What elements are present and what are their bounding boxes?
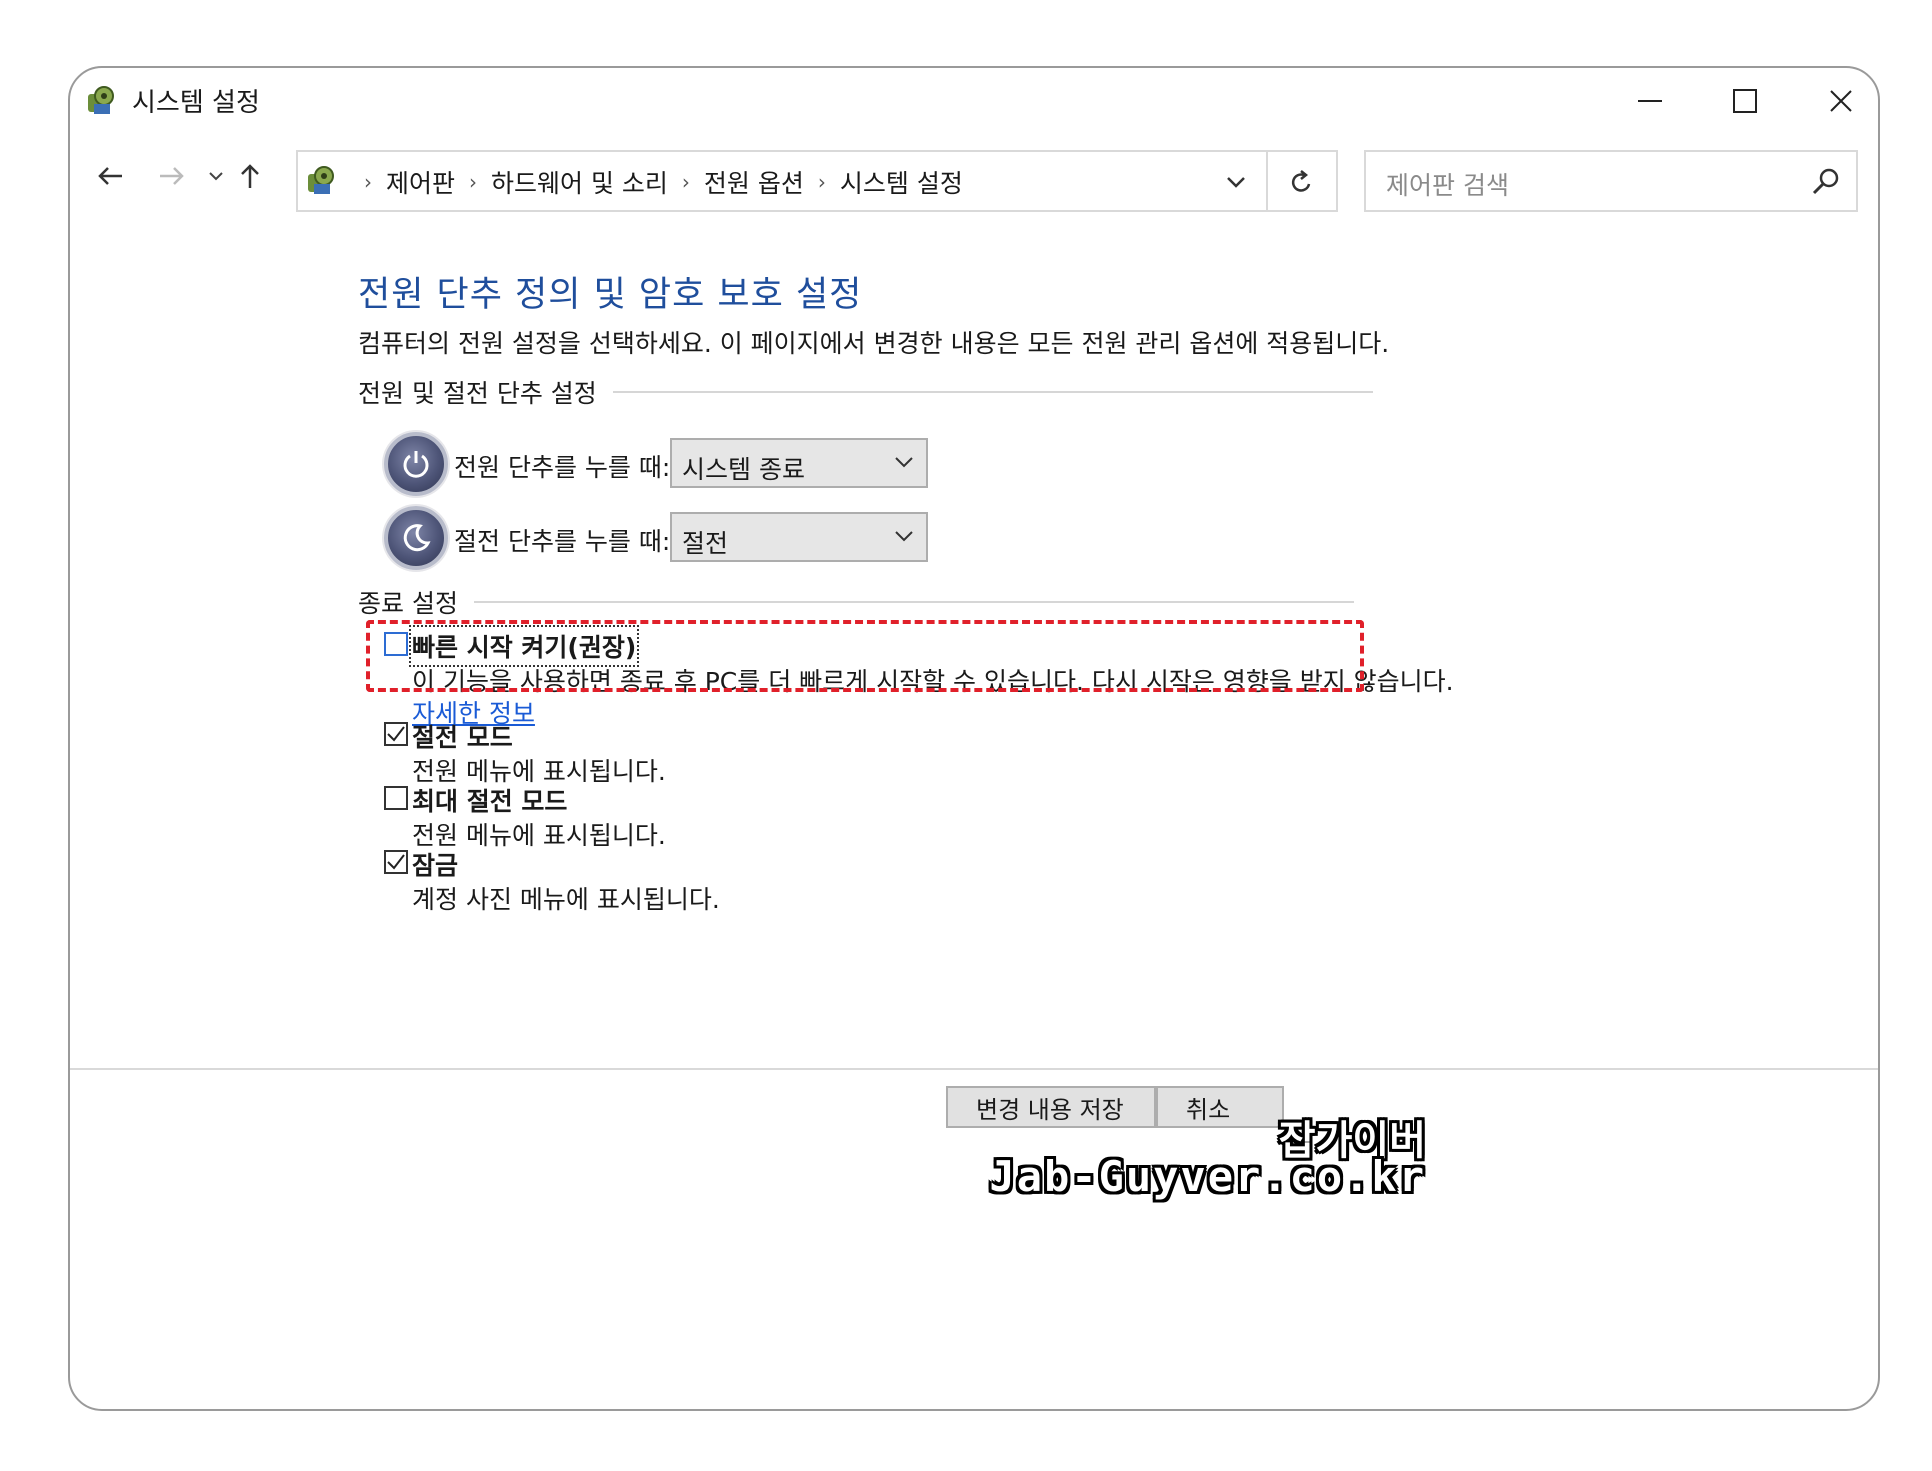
shutdown-section-header: 종료 설정 xyxy=(358,584,1354,620)
page-description: 컴퓨터의 전원 설정을 선택하세요. 이 페이지에서 변경한 내용은 모든 전원… xyxy=(358,329,1390,358)
save-changes-button[interactable]: 변경 내용 저장 xyxy=(946,1086,1156,1128)
section-label: 종료 설정 xyxy=(358,589,458,618)
lock-description: 계정 사진 메뉴에 표시됩니다. xyxy=(412,885,720,914)
hibernate-label[interactable]: 최대 절전 모드 xyxy=(412,782,567,818)
chevron-down-icon xyxy=(895,531,913,542)
moon-icon xyxy=(403,524,431,552)
chevron-down-icon xyxy=(895,457,913,468)
power-button-row: 전원 단추를 누를 때: 시스템 종료 xyxy=(384,432,928,496)
sleep-button-select[interactable]: 절전 xyxy=(670,512,928,562)
fast-startup-label[interactable]: 빠른 시작 켜기(권장) xyxy=(408,625,640,667)
watermark-domain: Jab-Guyver.co.kr xyxy=(989,1152,1426,1201)
power-button-value: 시스템 종료 xyxy=(682,455,805,484)
checkmark-icon xyxy=(387,726,405,742)
cancel-button[interactable]: 취소 xyxy=(1156,1086,1284,1128)
lock-label[interactable]: 잠금 xyxy=(412,846,458,882)
sleep-button-icon xyxy=(384,506,448,570)
system-settings-window: 시스템 설정 › 제어판 › 하드웨어 및 소리 › 전원 옵션 › 시스템 설… xyxy=(68,66,1880,1411)
checkmark-icon xyxy=(387,854,405,870)
section-label: 전원 및 절전 단추 설정 xyxy=(358,379,597,408)
power-button-icon xyxy=(384,432,448,496)
sleep-button-row: 절전 단추를 누를 때: 절전 xyxy=(384,506,928,570)
sleep-button-label: 절전 단추를 누를 때: xyxy=(454,527,671,556)
section-divider xyxy=(612,391,1373,393)
power-button-label: 전원 단추를 누를 때: xyxy=(454,453,671,482)
fast-startup-description: 이 기능을 사용하면 종료 후 PC를 더 빠르게 시작할 수 있습니다. 다시… xyxy=(412,667,1454,696)
footer-divider xyxy=(70,1068,1878,1070)
hibernate-checkbox[interactable] xyxy=(384,786,408,810)
lock-checkbox[interactable] xyxy=(384,850,408,874)
page-title: 전원 단추 정의 및 암호 보호 설정 xyxy=(358,275,863,315)
sleep-mode-checkbox[interactable] xyxy=(384,722,408,746)
power-symbol-icon xyxy=(403,451,429,478)
power-section-header: 전원 및 절전 단추 설정 xyxy=(358,374,1373,410)
main-content: 전원 단추 정의 및 암호 보호 설정 컴퓨터의 전원 설정을 선택하세요. 이… xyxy=(70,68,1878,1409)
sleep-mode-label[interactable]: 절전 모드 xyxy=(412,718,513,754)
section-divider xyxy=(473,601,1354,603)
power-button-select[interactable]: 시스템 종료 xyxy=(670,438,928,488)
fast-startup-checkbox[interactable] xyxy=(384,632,408,656)
sleep-button-value: 절전 xyxy=(682,529,729,558)
